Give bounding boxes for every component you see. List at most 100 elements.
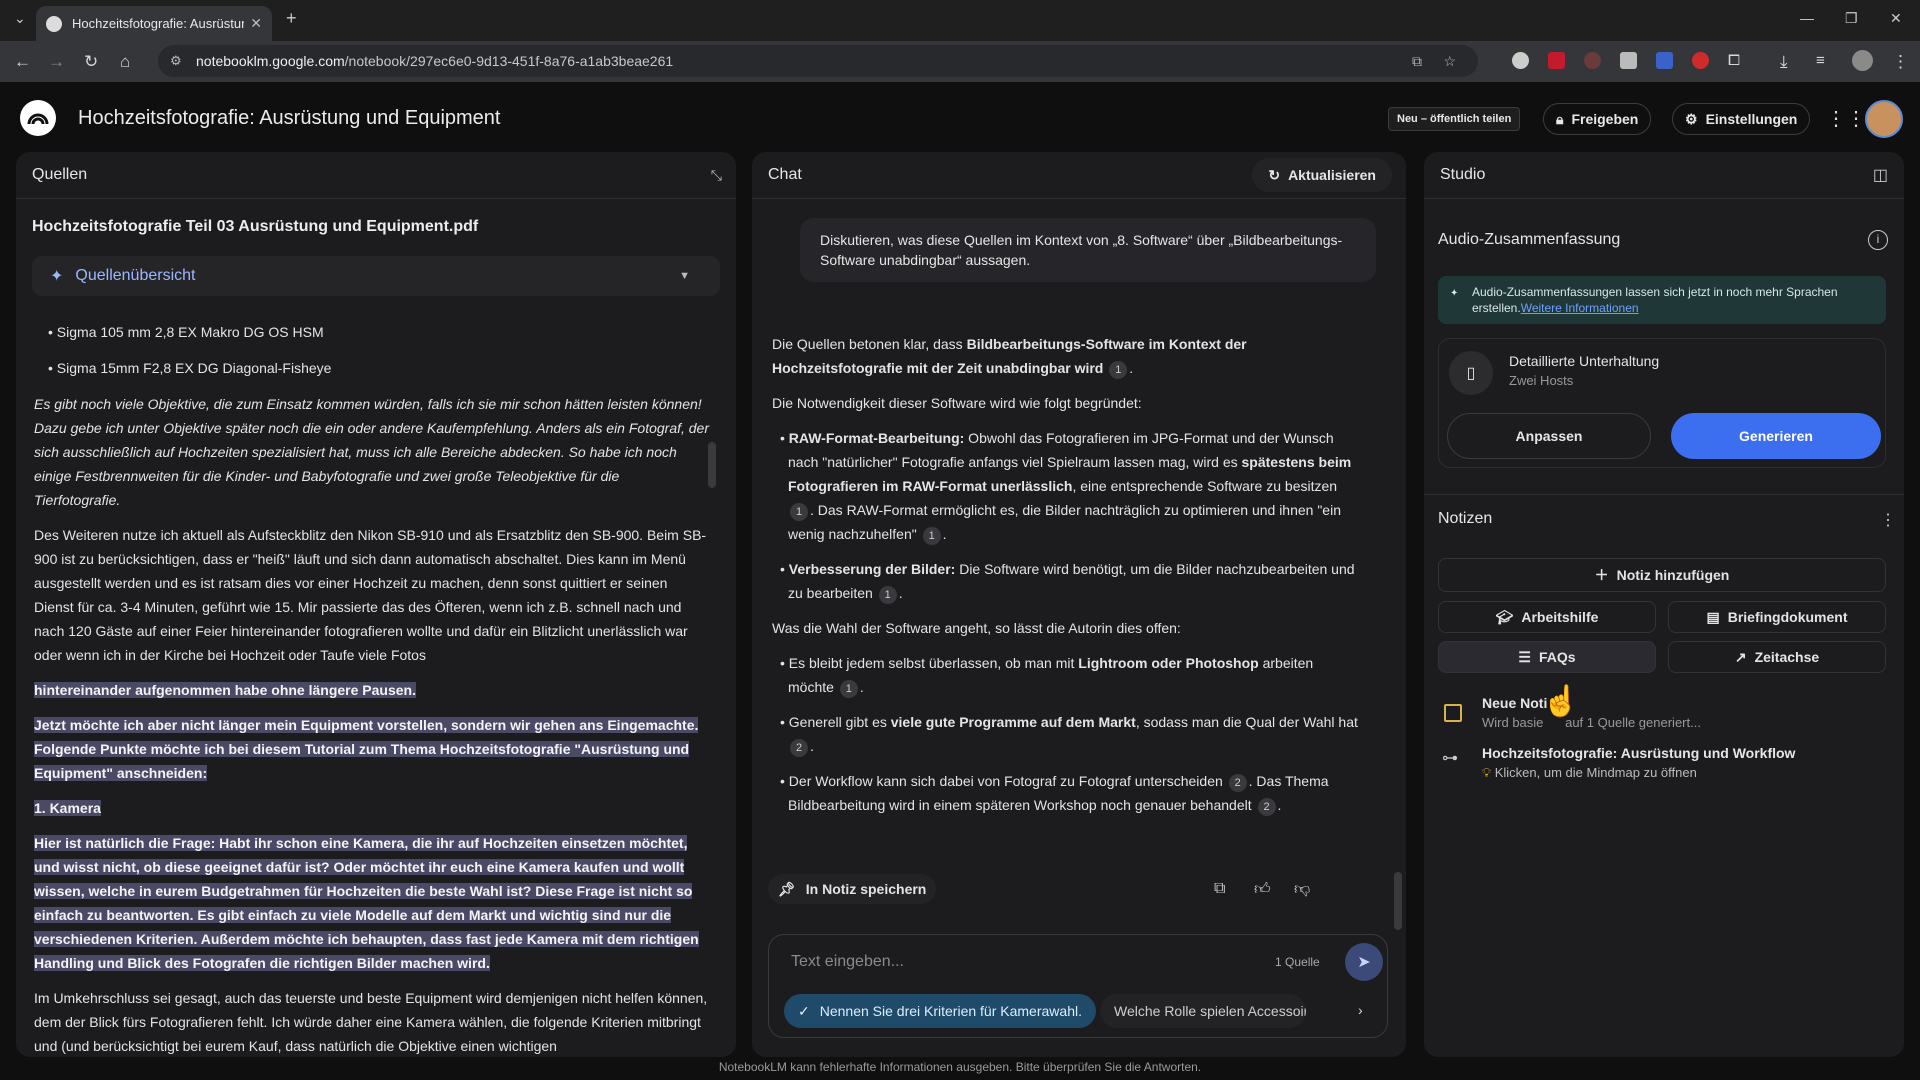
source-document-title: Hochzeitsfotografie Teil 03 Ausrüstung u… <box>32 218 479 235</box>
sources-scrollbar[interactable] <box>708 442 716 488</box>
panel-toggle-icon[interactable]: ◫ <box>1873 165 1888 185</box>
site-info-icon[interactable]: ⚙ <box>170 53 182 69</box>
more-info-link[interactable]: Weitere Informationen <box>1521 301 1639 315</box>
briefing-doc-button[interactable]: ▤ Briefingdokument <box>1668 601 1886 633</box>
lock-icon: 🔒︎ <box>1556 110 1564 127</box>
source-paragraph: Des Weiteren nutze ich aktuell als Aufst… <box>34 527 707 663</box>
citation-badge[interactable]: 1 <box>839 680 858 698</box>
answer-bullet: • RAW-Format-Bearbeitung: Obwohl das Fot… <box>780 426 1362 546</box>
citation-badge[interactable]: 2 <box>1257 798 1276 816</box>
answer-bold: Lightroom oder Photoshop <box>1078 655 1259 671</box>
browser-menu-icon[interactable]: ⋮ <box>1892 52 1909 72</box>
source-overview-toggle[interactable]: ✦ Quellenübersicht ▼ <box>32 256 720 296</box>
tab-search-icon[interactable]: ⌄ <box>14 10 26 27</box>
audio-file-icon: ▯ <box>1449 351 1493 395</box>
share-button[interactable]: 🔒︎ Freigeben <box>1543 103 1652 135</box>
suggestion-chip[interactable]: Welche Rolle spielen Accessoires? <box>1100 994 1306 1028</box>
note-title: Hochzeitsfotografie: Ausrüstung und Work… <box>1482 745 1796 761</box>
highlighted-text: Jetzt möchte ich aber nicht länger mein … <box>34 717 699 781</box>
user-question: Diskutieren, was diese Quellen im Kontex… <box>800 218 1376 282</box>
media-control-icon[interactable]: ≡ <box>1816 52 1825 69</box>
new-public-share-badge[interactable]: Neu – öffentlich teilen <box>1388 107 1521 131</box>
home-icon[interactable]: ⌂ <box>120 52 130 72</box>
citation-badge[interactable]: 2 <box>790 739 808 757</box>
answer-text: Die Quellen betonen klar, dass <box>772 336 967 352</box>
faq-button[interactable]: ☰ FAQs <box>1438 641 1656 673</box>
timeline-label: Zeitachse <box>1754 649 1820 665</box>
chevron-down-icon: ▼ <box>679 270 690 282</box>
user-avatar[interactable] <box>1865 100 1903 138</box>
study-guide-button[interactable]: 🎓︎ Arbeitshilfe <box>1438 601 1656 633</box>
download-icon[interactable]: ⤓ <box>1780 52 1788 72</box>
close-window-icon[interactable]: ✕ <box>1890 10 1902 27</box>
more-vert-icon[interactable]: ⋮ <box>1880 510 1896 530</box>
extension-5-icon[interactable] <box>1656 52 1673 69</box>
audio-summary-title: Audio-Zusammenfassung <box>1438 231 1621 248</box>
browser-tab[interactable]: Hochzeitsfotografie: Ausrüstun ✕ <box>36 6 272 41</box>
citation-badge[interactable]: 1 <box>1109 361 1128 379</box>
bullet-title: Verbesserung der Bilder: <box>788 561 956 577</box>
close-tab-icon[interactable]: ✕ <box>250 15 262 32</box>
minimize-icon[interactable]: — <box>1800 10 1814 26</box>
extension-1-icon[interactable] <box>1512 52 1529 69</box>
lightbulb-icon: 💡︎ <box>1482 765 1492 780</box>
reload-icon[interactable]: ↻ <box>84 52 98 72</box>
timeline-button[interactable]: ↗ Zeitachse <box>1668 641 1886 673</box>
extensions-puzzle-icon[interactable]: ⧠ <box>1728 52 1740 69</box>
citation-badge[interactable]: 1 <box>790 503 808 521</box>
citation-badge[interactable]: 1 <box>922 527 941 545</box>
chevron-right-icon[interactable]: › <box>1358 1002 1363 1018</box>
notebooklm-logo-icon[interactable] <box>20 100 56 136</box>
sources-title: Quellen <box>32 166 88 183</box>
source-count: 1 Quelle <box>1275 955 1320 969</box>
generate-button[interactable]: Generieren <box>1671 413 1881 459</box>
settings-button[interactable]: ⚙ Einstellungen <box>1672 103 1811 135</box>
sparkle-icon: ✦ <box>50 268 64 285</box>
profile-avatar-icon[interactable] <box>1852 50 1873 71</box>
thumbs-down-icon[interactable]: 👎︎ <box>1294 880 1310 899</box>
faq-label: FAQs <box>1538 649 1576 665</box>
note-subtitle: Wird basie <box>1482 715 1544 730</box>
answer-bullet: • Verbesserung der Bilder: Die Software … <box>780 557 1362 605</box>
url-bar[interactable]: ⚙ notebooklm.google.com/notebook/297ec6e… <box>158 45 1478 77</box>
notebook-title[interactable]: Hochzeitsfotografie: Ausrüstung und Equi… <box>78 107 500 130</box>
graduation-cap-icon: 🎓︎ <box>1495 608 1514 625</box>
bullet-title: RAW-Format-Bearbeitung: <box>788 430 965 446</box>
citation-badge[interactable]: 2 <box>1228 774 1247 792</box>
thumbs-up-icon[interactable]: 👍︎ <box>1254 880 1271 899</box>
info-icon[interactable]: i <box>1868 230 1888 250</box>
install-app-icon[interactable]: ⧉ <box>1412 53 1422 70</box>
chat-input[interactable]: Text eingeben... <box>791 953 904 971</box>
extension-2-icon[interactable] <box>1548 52 1565 69</box>
apps-grid-icon[interactable]: ⋮⋮ <box>1826 106 1866 131</box>
copy-icon[interactable]: ⧉ <box>1214 880 1225 898</box>
send-icon[interactable]: ➤ <box>1345 943 1383 981</box>
extension-4-icon[interactable] <box>1620 52 1637 69</box>
highlighted-text: hintereinander aufgenommen habe ohne län… <box>34 682 416 698</box>
collapse-panel-icon[interactable]: ⤡ <box>711 167 722 184</box>
share-label: Freigeben <box>1571 111 1639 127</box>
new-tab-icon[interactable]: + <box>286 8 297 29</box>
refresh-label: Aktualisieren <box>1288 167 1376 183</box>
extension-3-icon[interactable] <box>1584 52 1601 69</box>
chat-scrollbar[interactable] <box>1394 872 1402 930</box>
add-note-button[interactable]: ＋ Notiz hinzufügen <box>1438 558 1886 592</box>
source-paragraph: Im Umkehrschluss sei gesagt, auch das te… <box>34 990 708 1054</box>
bookmark-star-icon[interactable]: ☆ <box>1443 53 1456 70</box>
disclaimer-footer: NotebookLM kann fehlerhafte Informatione… <box>718 1060 1202 1074</box>
bullet-item: • Sigma 15mm F2,8 EX DG Diagonal-Fisheye <box>48 360 332 376</box>
citation-badge[interactable]: 1 <box>878 586 897 604</box>
refresh-button[interactable]: ↻ Aktualisieren <box>1252 158 1392 192</box>
forward-icon[interactable]: → <box>48 52 65 72</box>
customize-button[interactable]: Anpassen <box>1447 413 1651 459</box>
restore-icon[interactable]: ❐ <box>1845 10 1858 27</box>
save-to-note-button[interactable]: 📌︎ In Notiz speichern <box>768 874 937 904</box>
sparkle-icon: ✦ <box>1450 288 1459 299</box>
mindmap-icon: ⊶ <box>1442 750 1458 767</box>
chat-title: Chat <box>768 166 802 183</box>
trend-line-icon: ↗ <box>1734 648 1747 665</box>
back-icon[interactable]: ← <box>14 52 31 72</box>
extension-6-icon[interactable] <box>1692 52 1709 69</box>
answer-bullet: • Es bleibt jedem selbst überlassen, ob … <box>780 651 1362 699</box>
suggestion-chip[interactable]: ✓ Nennen Sie drei Kriterien für Kamerawah… <box>784 994 1096 1028</box>
